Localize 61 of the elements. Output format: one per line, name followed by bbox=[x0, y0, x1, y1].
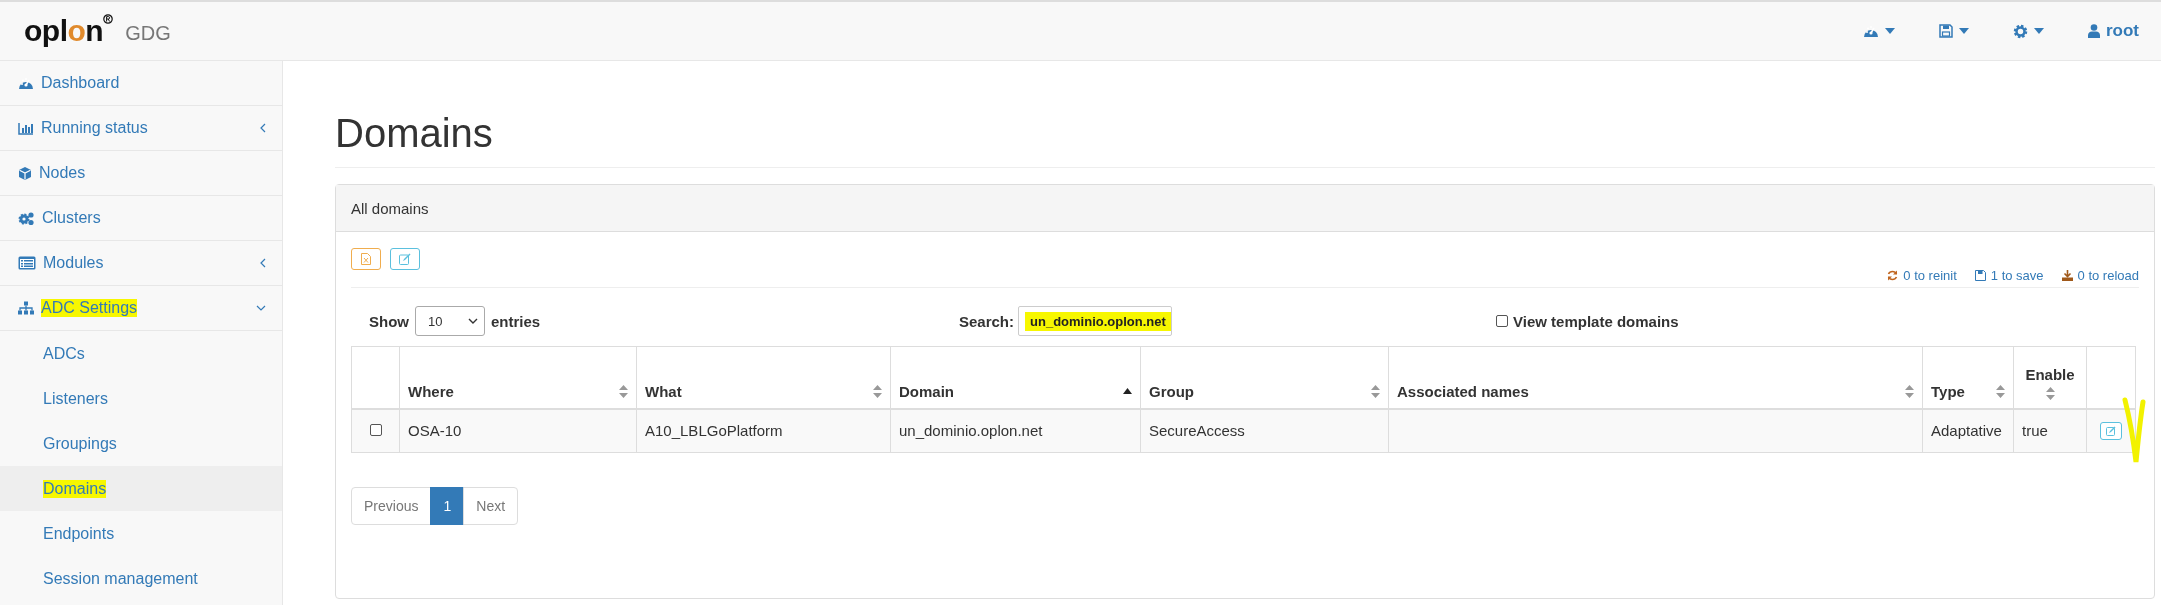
status-link[interactable]: 0 to reload bbox=[2061, 268, 2139, 283]
edit-icon bbox=[399, 253, 411, 265]
refresh-icon bbox=[1887, 270, 1899, 281]
table-cell: un_dominio.oplon.net bbox=[890, 408, 1141, 453]
sidebar-item[interactable]: Clusters bbox=[0, 196, 282, 241]
cube-icon bbox=[18, 165, 32, 181]
menu-dropdown[interactable] bbox=[2012, 23, 2044, 39]
chevron-down-icon bbox=[468, 318, 478, 324]
registered-icon bbox=[103, 14, 114, 24]
caret-icon bbox=[2033, 28, 2044, 34]
gear-icon bbox=[2012, 23, 2028, 39]
menu-dropdown[interactable] bbox=[1938, 24, 1969, 38]
list-icon bbox=[18, 256, 36, 270]
column-header[interactable]: What bbox=[636, 346, 891, 409]
panel-title: All domains bbox=[336, 185, 2154, 232]
sitemap-icon bbox=[18, 301, 34, 315]
sidebar-subitem[interactable]: Listeners bbox=[0, 376, 282, 421]
sidebar-item[interactable]: Running status bbox=[0, 106, 282, 151]
entries-select[interactable]: 10 bbox=[415, 306, 485, 336]
status-link[interactable]: 1 to save bbox=[1974, 268, 2044, 283]
caret-icon bbox=[1958, 28, 1969, 34]
column-header[interactable]: Group bbox=[1140, 346, 1389, 409]
column-header[interactable]: Domain bbox=[890, 346, 1141, 409]
spreadsheet-file-icon bbox=[361, 253, 371, 265]
search-field[interactable]: un_dominio.oplon.net bbox=[1018, 306, 1173, 336]
table-cell: OSA-10 bbox=[399, 408, 637, 453]
edit-icon bbox=[2106, 426, 2116, 437]
sidebar-subitem[interactable]: Session management bbox=[0, 556, 282, 601]
checkbox[interactable] bbox=[1496, 315, 1508, 327]
column-header[interactable]: Associated names bbox=[1388, 346, 1923, 409]
column-header[interactable]: Where bbox=[399, 346, 637, 409]
download-icon bbox=[2061, 270, 2073, 281]
caret-icon bbox=[1884, 28, 1895, 34]
sidebar-subitem[interactable]: Domains bbox=[0, 466, 282, 511]
table-cell: SecureAccess bbox=[1140, 408, 1389, 453]
table-cell: Adaptative bbox=[1922, 408, 2014, 453]
logo: oplon bbox=[24, 14, 114, 48]
gears-icon bbox=[18, 210, 35, 226]
sidebar-item[interactable]: Modules bbox=[0, 241, 282, 286]
bar-chart-icon bbox=[18, 121, 34, 135]
sidebar-subitem[interactable]: Endpoints bbox=[0, 511, 282, 556]
user-menu[interactable]: root bbox=[2087, 21, 2139, 41]
entries-label: entries bbox=[491, 312, 541, 330]
row-checkbox[interactable] bbox=[369, 424, 382, 437]
show-label: Show bbox=[369, 312, 409, 330]
search-label: Search: bbox=[959, 312, 1015, 330]
column-header[interactable]: Type bbox=[1922, 346, 2014, 409]
sidebar-item[interactable]: Nodes bbox=[0, 151, 282, 196]
status-link[interactable]: 0 to reinit bbox=[1887, 268, 1957, 283]
sidebar-item[interactable]: Dashboard bbox=[0, 61, 282, 106]
page-button[interactable]: 1 bbox=[430, 487, 465, 525]
product-name: GDG bbox=[125, 21, 171, 45]
user-icon bbox=[2087, 24, 2100, 38]
column-header[interactable]: Enable bbox=[2013, 346, 2087, 409]
sidebar-subitem[interactable]: Groupings bbox=[0, 421, 282, 466]
table-cell: true bbox=[2013, 408, 2087, 453]
table-cell: A10_LBLGoPlatform bbox=[636, 408, 891, 453]
sidebar-item[interactable]: ADC Settings bbox=[0, 286, 282, 331]
sidebar-subitem[interactable]: ADCs bbox=[0, 331, 282, 376]
page-title: Domains bbox=[335, 61, 2155, 168]
checkbox-label: View template domains bbox=[1513, 312, 1679, 330]
